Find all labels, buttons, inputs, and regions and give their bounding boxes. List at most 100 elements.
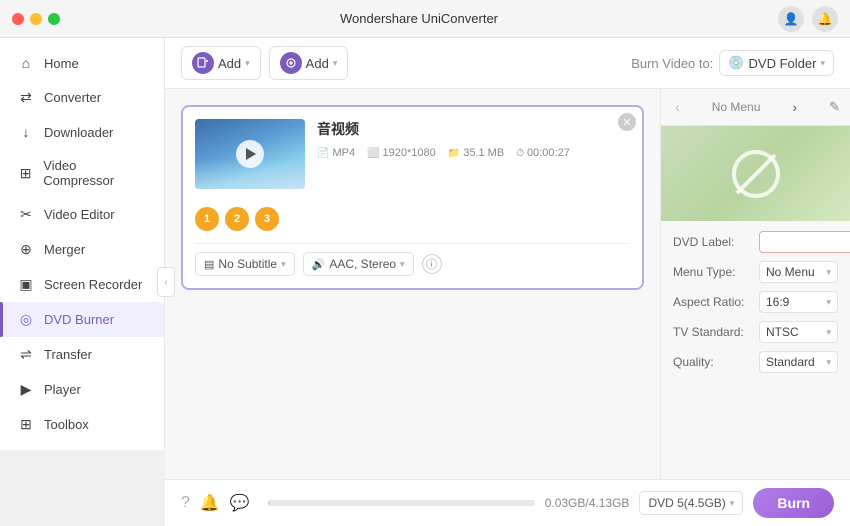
add-chapter-icon	[280, 52, 302, 74]
titlebar: Wondershare UniConverter 👤 🔔	[0, 0, 850, 38]
sidebar-label-compressor: Video Compressor	[43, 158, 146, 188]
dvd-quality-field: Quality: Standard ▾	[673, 351, 838, 373]
quality-select[interactable]: Standard ▾	[759, 351, 838, 373]
quality-chevron: ▾	[826, 357, 831, 368]
add-chapter-chevron: ▾	[333, 58, 338, 69]
video-card-inner: 音视频 📄 MP4 ⬜ 1920*1080	[195, 119, 630, 189]
aspect-ratio-select[interactable]: 16:9 ▾	[759, 291, 838, 313]
add-video-button[interactable]: Add ▾	[181, 46, 261, 80]
add-video-icon	[192, 52, 214, 74]
notification-icon[interactable]: 🔔	[200, 493, 220, 513]
sidebar-label-dvd: DVD Burner	[44, 312, 114, 327]
audio-select[interactable]: 🔊 AAC, Stereo ▾	[303, 252, 414, 276]
dvd-folder-icon: 💿	[728, 55, 744, 71]
feedback-icon[interactable]: 💬	[230, 493, 250, 513]
dvd-next-button[interactable]: ›	[788, 97, 801, 117]
menu-num: 3	[264, 213, 270, 225]
audio-value: AAC, Stereo	[329, 257, 396, 271]
sidebar-label-converter: Converter	[44, 90, 101, 105]
video-card: ✕ 音视频 📄	[181, 105, 644, 290]
sidebar-item-transfer[interactable]: ⇌ Transfer	[0, 337, 164, 372]
sidebar-item-video-editor[interactable]: ✂ Video Editor	[0, 197, 164, 232]
sidebar-label-transfer: Transfer	[44, 347, 92, 362]
compressor-icon: ⊞	[18, 165, 33, 182]
crop-num: 2	[234, 213, 240, 225]
menu-type-label: Menu Type:	[673, 265, 753, 279]
bell-icon[interactable]: 🔔	[812, 6, 838, 32]
toolbar-right: Burn Video to: 💿 DVD Folder ▾	[631, 50, 834, 76]
action-buttons: 1 2 3	[195, 207, 279, 231]
maximize-button[interactable]	[48, 13, 60, 25]
sidebar-item-screen-recorder[interactable]: ▣ Screen Recorder	[0, 267, 164, 302]
sidebar-label-home: Home	[44, 56, 79, 71]
dvd-prev-button[interactable]: ‹	[671, 97, 684, 117]
audio-icon: 🔊	[312, 258, 326, 271]
sidebar-label-editor: Video Editor	[44, 207, 115, 222]
toolbar-left: Add ▾ Add ▾	[181, 46, 348, 80]
titlebar-icons: 👤 🔔	[778, 6, 838, 32]
tv-standard-select[interactable]: NTSC ▾	[759, 321, 838, 343]
subtitle-select[interactable]: ▤ No Subtitle ▾	[195, 252, 295, 276]
sidebar-item-video-compressor[interactable]: ⊞ Video Compressor	[0, 149, 164, 197]
dvd-edit-button[interactable]: ✎	[829, 99, 840, 115]
info-button[interactable]: ⓘ	[422, 254, 442, 274]
sidebar-label-player: Player	[44, 382, 81, 397]
burn-button[interactable]: Burn	[753, 488, 834, 518]
dvd-label-label: DVD Label:	[673, 235, 753, 249]
crop-button[interactable]: 2	[225, 207, 249, 231]
sidebar-label-merger: Merger	[44, 242, 85, 257]
toolbar: Add ▾ Add ▾ Burn Video to:	[165, 38, 850, 89]
progress-label: 0.03GB/4.13GB	[545, 496, 630, 510]
dvd-aspect-ratio-field: Aspect Ratio: 16:9 ▾	[673, 291, 838, 313]
trim-button[interactable]: 1	[195, 207, 219, 231]
duration-icon: ⏱	[516, 148, 524, 159]
quality-label: Quality:	[673, 355, 753, 369]
play-icon	[246, 148, 256, 160]
progress-bar-fill	[268, 500, 271, 506]
window-controls	[12, 13, 60, 25]
play-button[interactable]	[236, 140, 264, 168]
converter-icon: ⇄	[18, 89, 34, 106]
main-layout: ⌂ Home ⇄ Converter ↓ Downloader ⊞ Video …	[0, 38, 850, 526]
sidebar-collapse-button[interactable]: ‹	[157, 267, 175, 297]
aspect-ratio-value: 16:9	[766, 295, 789, 309]
dvd-label-input[interactable]	[759, 231, 850, 253]
menu-type-value: No Menu	[766, 265, 815, 279]
home-icon: ⌂	[18, 55, 34, 71]
sidebar-item-toolbox[interactable]: ⊞ Toolbox	[0, 407, 164, 442]
subtitle-chevron: ▾	[281, 259, 286, 270]
sidebar-item-downloader[interactable]: ↓ Downloader	[0, 115, 164, 149]
sidebar-item-home[interactable]: ⌂ Home	[0, 46, 164, 80]
dvd-preview	[661, 126, 850, 221]
sidebar-label-recorder: Screen Recorder	[44, 277, 142, 292]
player-icon: ▶	[18, 381, 34, 398]
question-icon[interactable]: ?	[181, 494, 190, 512]
dvd-settings: DVD Label: • Menu Type: No Menu ▾ Aspect…	[661, 221, 850, 479]
sidebar-item-merger[interactable]: ⊕ Merger	[0, 232, 164, 267]
sidebar-item-player[interactable]: ▶ Player	[0, 372, 164, 407]
minimize-button[interactable]	[30, 13, 42, 25]
burn-target-select[interactable]: 💿 DVD Folder ▾	[719, 50, 834, 76]
sidebar-item-converter[interactable]: ⇄ Converter	[0, 80, 164, 115]
sidebar-label-downloader: Downloader	[44, 125, 113, 140]
menu-button[interactable]: 3	[255, 207, 279, 231]
user-icon[interactable]: 👤	[778, 6, 804, 32]
format-value: MP4	[332, 147, 355, 159]
transfer-icon: ⇌	[18, 346, 34, 363]
add-chapter-button[interactable]: Add ▾	[269, 46, 349, 80]
dvd-type-select[interactable]: DVD 5(4.5GB) ▾	[639, 491, 743, 515]
tv-standard-value: NTSC	[766, 325, 799, 339]
app-title: Wondershare UniConverter	[340, 11, 498, 26]
add-chapter-label: Add	[306, 56, 329, 71]
video-thumbnail	[195, 119, 305, 189]
sidebar-item-dvd-burner[interactable]: ◎ DVD Burner	[0, 302, 164, 337]
menu-type-select[interactable]: No Menu ▾	[759, 261, 838, 283]
close-button[interactable]	[12, 13, 24, 25]
dvd-nav-label: No Menu	[712, 100, 761, 114]
aspect-ratio-chevron: ▾	[826, 297, 831, 308]
video-format: 📄 MP4	[317, 147, 355, 159]
format-icon: 📄	[317, 148, 329, 159]
card-close-button[interactable]: ✕	[618, 113, 636, 131]
add-video-chevron: ▾	[245, 58, 250, 69]
burn-to-label: Burn Video to:	[631, 56, 713, 71]
